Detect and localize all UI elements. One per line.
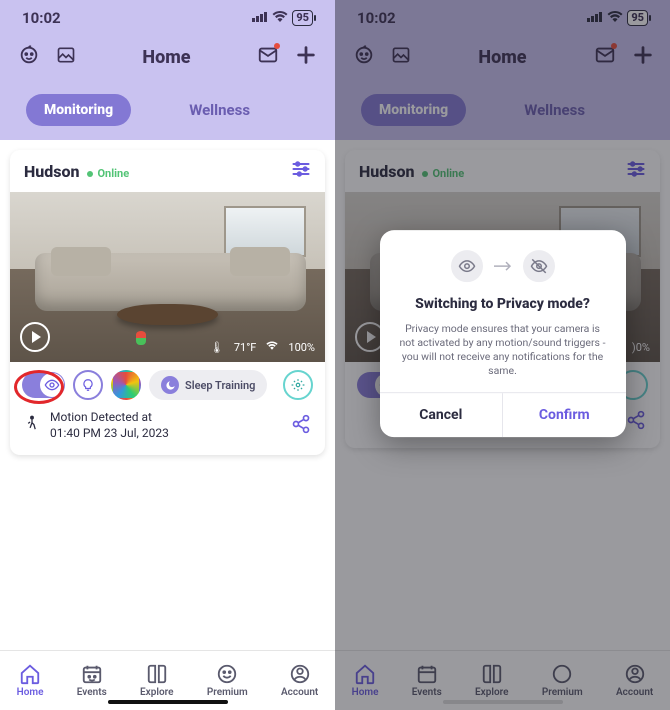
motion-line2: 01:40 PM 23 Jul, 2023 (50, 426, 169, 442)
nav-account-label: Account (281, 687, 318, 698)
privacy-modal: Switching to Privacy mode? Privacy mode … (380, 230, 626, 438)
privacy-toggle[interactable] (22, 372, 65, 398)
status-row: Motion Detected at 01:40 PM 23 Jul, 2023 (10, 408, 325, 455)
modal-icons (380, 230, 626, 292)
home-indicator (108, 700, 228, 704)
nav-events[interactable]: Events (77, 663, 107, 698)
wifi-strength-icon (266, 341, 278, 354)
nav-premium-label: Premium (207, 687, 248, 698)
gallery-icon[interactable] (56, 45, 76, 69)
status-indicators: 95 (252, 10, 313, 25)
modal-title: Switching to Privacy mode? (380, 292, 626, 316)
camera-card: Hudson Online 🌡 71°F 100% (10, 150, 325, 455)
add-icon[interactable] (295, 44, 317, 70)
camera-status: Online (87, 167, 129, 180)
temperature-value: 71°F (234, 341, 257, 354)
battery-indicator: 95 (292, 10, 313, 25)
tab-row: Monitoring Wellness (0, 86, 335, 134)
motion-line1: Motion Detected at (50, 410, 169, 426)
thermometer-icon: 🌡 (210, 341, 224, 354)
motion-status: Motion Detected at 01:40 PM 23 Jul, 2023 (50, 410, 169, 441)
room-scene (10, 192, 325, 362)
lightbulb-button[interactable] (73, 370, 103, 400)
eye-off-icon (523, 250, 555, 282)
camera-feed[interactable]: 🌡 71°F 100% (10, 192, 325, 362)
baby-icon[interactable] (18, 44, 40, 70)
status-bar: 10:02 95 (0, 0, 335, 36)
nav-explore[interactable]: Explore (140, 663, 173, 698)
nav-explore-label: Explore (140, 687, 173, 698)
header-title[interactable]: Home (142, 47, 190, 68)
phone-left: 10:02 95 Home Monitoring (0, 0, 335, 710)
wifi-percent: 100% (288, 341, 315, 354)
modal-buttons: Cancel Confirm (380, 393, 626, 438)
share-icon[interactable] (291, 414, 311, 438)
sliders-icon[interactable] (291, 160, 311, 182)
sleep-training-chip[interactable]: Sleep Training (149, 370, 267, 400)
nav-events-label: Events (77, 687, 107, 698)
feed-overlays: 🌡 71°F 100% (210, 341, 315, 354)
phone-right: 10:02 95 Home Monitoring Wellness (335, 0, 670, 710)
walk-icon (24, 415, 40, 437)
content-area: Hudson Online 🌡 71°F 100% (0, 140, 335, 650)
camera-name[interactable]: Hudson (24, 162, 80, 181)
confirm-button[interactable]: Confirm (503, 394, 626, 438)
play-button[interactable] (20, 322, 50, 352)
breathing-indicator[interactable] (283, 370, 313, 400)
control-row: Sleep Training (10, 362, 325, 408)
status-time: 10:02 (22, 9, 61, 27)
modal-body: Privacy mode ensures that your camera is… (380, 316, 626, 393)
tab-monitoring[interactable]: Monitoring (26, 94, 131, 126)
inbox-icon[interactable] (257, 44, 279, 70)
top-row: Home (0, 36, 335, 78)
eye-icon (451, 250, 483, 282)
nav-premium[interactable]: Premium (207, 663, 248, 698)
moon-icon (161, 376, 179, 394)
arrow-right-icon (493, 256, 513, 275)
nav-account[interactable]: Account (281, 663, 318, 698)
cancel-button[interactable]: Cancel (380, 394, 504, 438)
sleep-chip-label: Sleep Training (185, 379, 255, 392)
nav-home[interactable]: Home (17, 663, 44, 698)
color-wheel-button[interactable] (111, 370, 141, 400)
wifi-icon (272, 11, 288, 26)
nav-home-label: Home (17, 687, 44, 698)
tab-wellness[interactable]: Wellness (189, 101, 250, 119)
cellular-icon (252, 11, 268, 25)
